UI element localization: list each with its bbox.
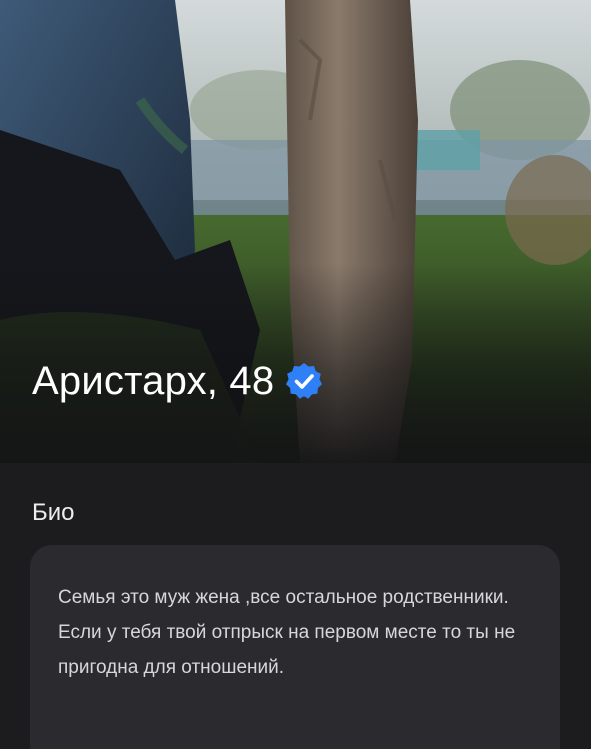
verified-badge-icon[interactable] bbox=[284, 361, 324, 401]
profile-name-row: Аристарх, 48 bbox=[32, 355, 324, 407]
profile-name-age: Аристарх, 48 bbox=[32, 359, 275, 403]
bio-heading: Био bbox=[32, 499, 75, 526]
bio-text: Семья это муж жена ,все остальное родств… bbox=[58, 587, 516, 678]
